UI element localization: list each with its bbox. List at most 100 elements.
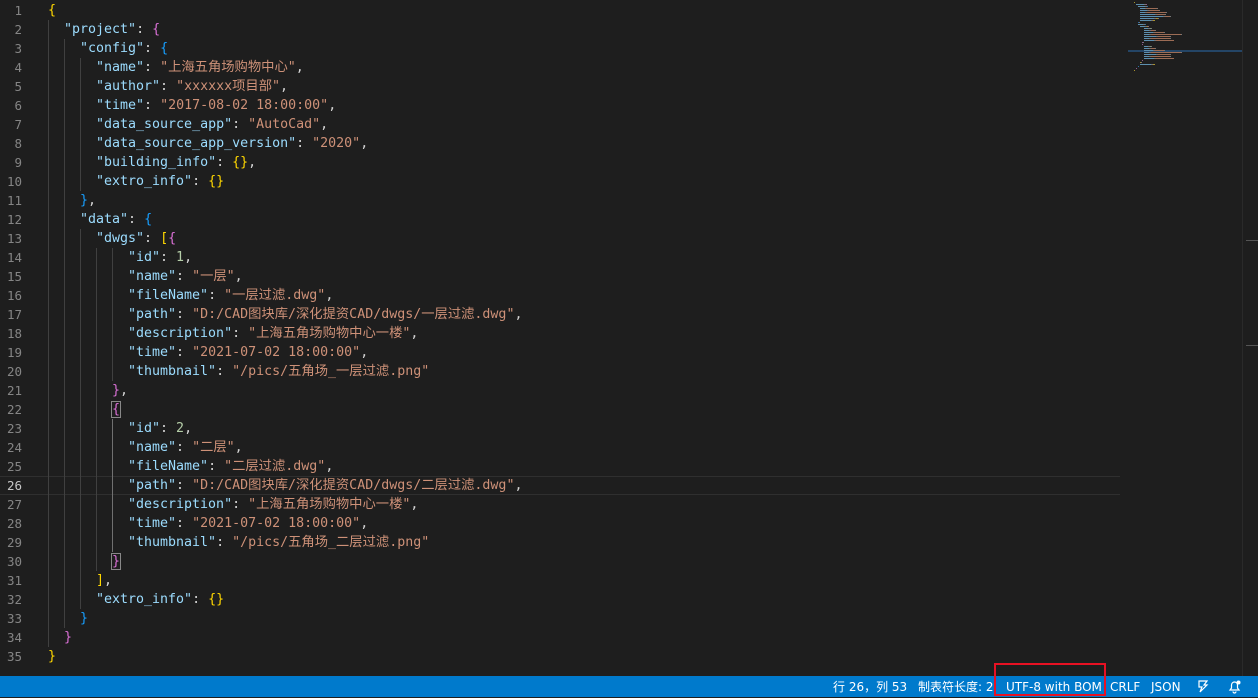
code-line[interactable]: 13 "dwgs": [{: [0, 228, 1120, 248]
language-mode[interactable]: JSON: [1151, 676, 1181, 697]
minimap-line: [1141, 62, 1142, 63]
code-line[interactable]: 18 "description": "上海五角场购物中心一楼",: [0, 323, 1120, 343]
code-token: ,: [320, 116, 329, 132]
code-line[interactable]: 30}: [0, 551, 1120, 571]
code-line[interactable]: 27 "description": "上海五角场购物中心一楼",: [0, 494, 1120, 514]
code-line[interactable]: 14 "id": 1,: [0, 247, 1120, 267]
indent-guide: [80, 532, 81, 552]
indent-guide: [96, 304, 97, 324]
code-token: ,: [360, 135, 369, 151]
code-line[interactable]: 9 "building_info": {},: [0, 152, 1120, 172]
minimap-line: [1157, 14, 1165, 15]
code-line[interactable]: 29 "thumbnail": "/pics/五角场_二层过滤.png": [0, 532, 1120, 552]
line-number: 6: [14, 97, 22, 113]
code-line[interactable]: 2 "project": {: [0, 19, 1120, 39]
code-line[interactable]: 11},: [0, 190, 1120, 210]
code-token: }: [64, 629, 73, 645]
code-content: "path": "D:/CAD图块库/深化提资CAD/dwgs/二层过滤.dwg…: [128, 476, 522, 495]
tab-size-indicator[interactable]: 制表符长度: 2: [918, 676, 994, 697]
indent-guide: [96, 323, 97, 343]
code-content: "path": "D:/CAD图块库/深化提资CAD/dwgs/一层过滤.dwg…: [128, 305, 522, 324]
encoding-indicator[interactable]: UTF-8 with BOM: [1006, 676, 1102, 697]
code-line[interactable]: 20 "thumbnail": "/pics/五角场_一层过滤.png": [0, 361, 1120, 381]
minimap-line: [1136, 68, 1137, 69]
code-token: "name": [128, 439, 177, 455]
code-token: :: [192, 173, 209, 189]
cursor-position[interactable]: 行 26，列 53: [833, 676, 907, 697]
indent-guide: [48, 209, 49, 229]
indent-guide: [64, 342, 65, 362]
code-line[interactable]: 33}: [0, 608, 1120, 628]
indent-guide: [96, 247, 97, 267]
code-token: "extro_info": [96, 173, 193, 189]
indent-guide: [80, 152, 81, 172]
code-content: "author": "xxxxxx项目部",: [96, 77, 288, 96]
indent-guide: [64, 228, 65, 248]
code-line[interactable]: 12 "data": {: [0, 209, 1120, 229]
code-token: "name": [128, 268, 177, 284]
code-line[interactable]: 23 "id": 2,: [0, 418, 1120, 438]
indent-guide: [112, 323, 113, 343]
feedback-icon[interactable]: [1196, 679, 1211, 694]
minimap-line: [1148, 26, 1149, 27]
minimap-line: [1142, 60, 1143, 61]
code-line[interactable]: 21},: [0, 380, 1120, 400]
minimap-line: [1170, 38, 1171, 39]
code-line[interactable]: 35}: [0, 647, 1120, 666]
code-line[interactable]: 22 {: [0, 399, 1120, 419]
indent-guide: [80, 456, 81, 476]
code-line[interactable]: 17 "path": "D:/CAD图块库/深化提资CAD/dwgs/一层过滤.d…: [0, 304, 1120, 324]
line-number: 35: [6, 648, 22, 664]
code-line[interactable]: 32 "extro_info": {}: [0, 589, 1120, 609]
code-line[interactable]: 16 "fileName": "一层过滤.dwg",: [0, 285, 1120, 305]
code-line[interactable]: 10 "extro_info": {}: [0, 171, 1120, 191]
notifications-icon[interactable]: [1227, 679, 1242, 694]
code-token: ,: [295, 59, 304, 75]
code-token: :: [160, 78, 177, 94]
indent-guide: [112, 304, 113, 324]
code-line[interactable]: 15 "name": "一层",: [0, 266, 1120, 286]
code-content: "fileName": "二层过滤.dwg",: [128, 457, 333, 476]
minimap-line: [1151, 28, 1152, 29]
code-content: "name": "二层",: [128, 438, 243, 457]
minimap-line: [1181, 52, 1182, 53]
code-line[interactable]: 3 "config": {: [0, 38, 1120, 58]
indent-guide: [48, 361, 49, 381]
code-line[interactable]: 34}: [0, 627, 1120, 647]
code-line[interactable]: 19 "time": "2021-07-02 18:00:00",: [0, 342, 1120, 362]
code-token: :: [192, 591, 209, 607]
minimap-line: [1155, 30, 1156, 31]
code-line[interactable]: 5 "author": "xxxxxx项目部",: [0, 76, 1120, 96]
line-number: 10: [6, 173, 22, 189]
minimap-line: [1146, 4, 1147, 5]
code-token: :: [128, 211, 145, 227]
indent-guide: [80, 266, 81, 286]
eol-indicator[interactable]: CRLF: [1110, 676, 1140, 697]
minimap[interactable]: [1128, 0, 1242, 676]
code-token: :: [144, 97, 161, 113]
vertical-scrollbar[interactable]: [1242, 0, 1258, 676]
code-line[interactable]: 6 "time": "2017-08-02 18:00:00",: [0, 95, 1120, 115]
minimap-line: [1170, 56, 1171, 57]
minimap-line: [1144, 32, 1153, 33]
minimap-line: [1155, 50, 1164, 51]
indent-guide: [48, 133, 49, 153]
code-token: ,: [88, 192, 97, 208]
code-line[interactable]: 8 "data_source_app_version": "2020",: [0, 133, 1120, 153]
code-token: "config": [80, 40, 145, 56]
code-editor[interactable]: 1{2 "project": {3 "config": {4 "name": "上海五…: [0, 0, 1128, 676]
code-line[interactable]: 1{: [0, 1, 1120, 20]
code-line[interactable]: 24 "name": "二层",: [0, 437, 1120, 457]
line-number: 18: [6, 325, 22, 341]
code-line[interactable]: 28 "time": "2021-07-02 18:00:00",: [0, 513, 1120, 533]
code-line[interactable]: 25 "fileName": "二层过滤.dwg",: [0, 456, 1120, 476]
indent-guide: [64, 608, 65, 628]
indent-guide: [48, 437, 49, 457]
code-line[interactable]: 26 "path": "D:/CAD图块库/深化提资CAD/dwgs/二层过滤.d…: [0, 475, 1120, 495]
code-line[interactable]: 31],: [0, 570, 1120, 590]
code-token: ,: [234, 439, 243, 455]
minimap-line: [1151, 46, 1152, 47]
code-line[interactable]: 4 "name": "上海五角场购物中心",: [0, 57, 1120, 77]
code-line[interactable]: 7 "data_source_app": "AutoCad",: [0, 114, 1120, 134]
code-content: "id": 2,: [128, 419, 192, 438]
